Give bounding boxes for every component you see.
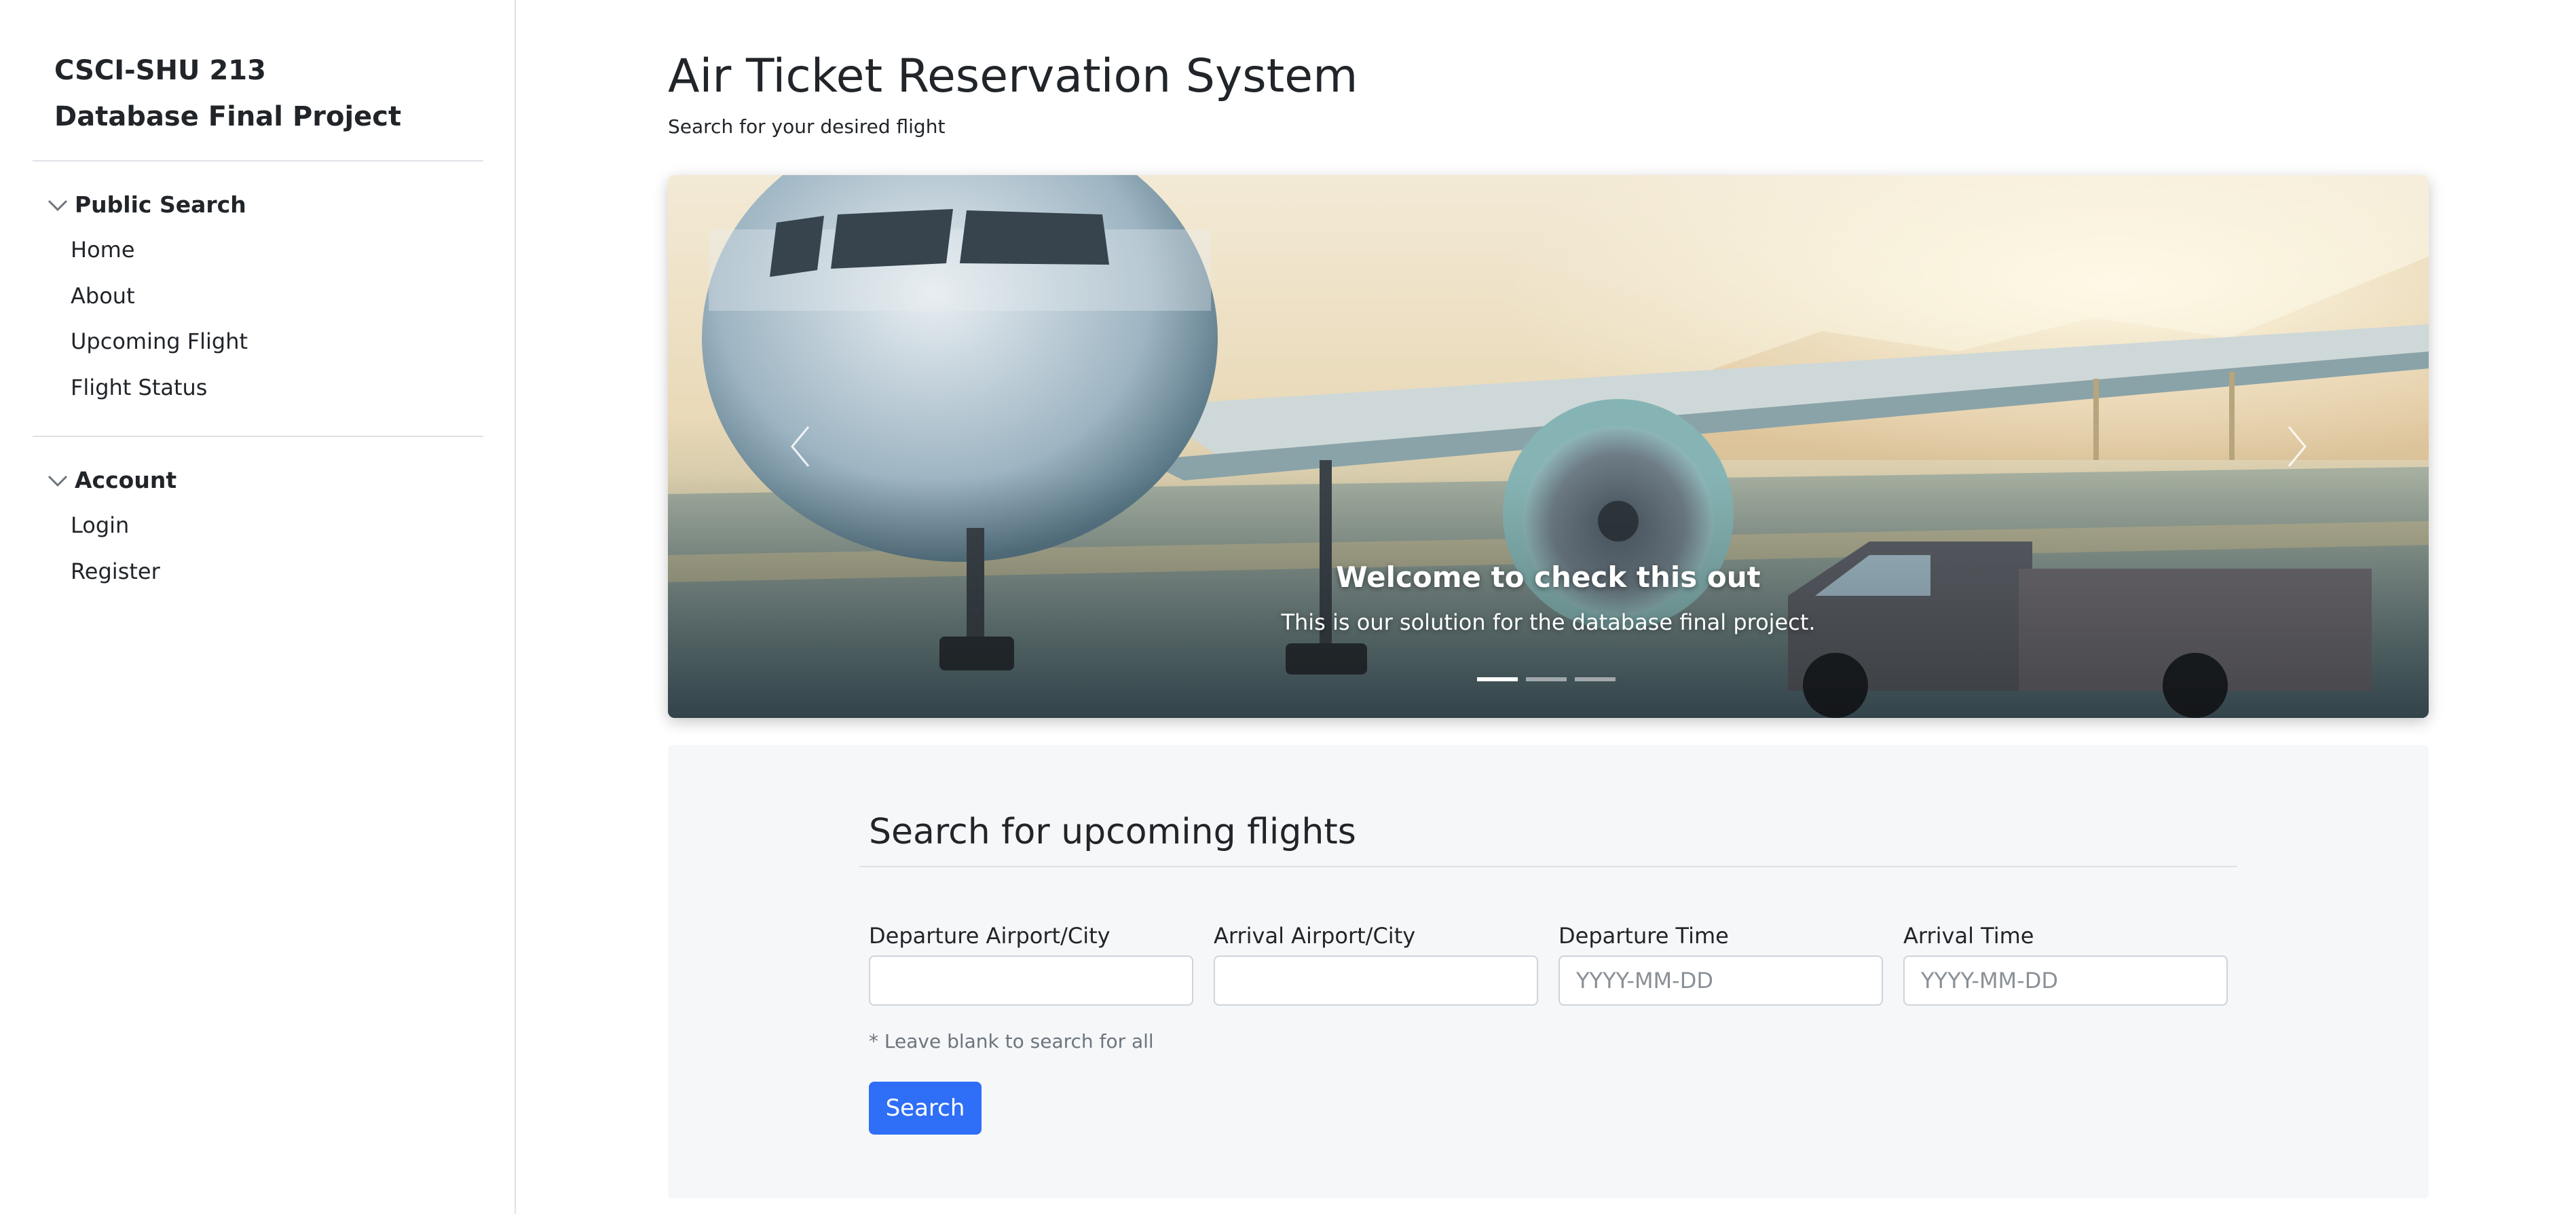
sidebar-item-upcoming-flight[interactable]: Upcoming Flight (71, 324, 248, 358)
page-title: Air Ticket Reservation System (668, 50, 1358, 103)
sidebar-group-label: Account (75, 466, 177, 493)
arrival-time-label: Arrival Time (1903, 923, 2034, 949)
sidebar-item-register[interactable]: Register (71, 554, 160, 588)
arrival-time-input[interactable] (1903, 955, 2228, 1006)
page-subtitle: Search for your desired flight (668, 115, 946, 138)
sidebar-divider (33, 160, 483, 162)
carousel-caption-text: This is our solution for the database fi… (1281, 609, 1816, 635)
departure-time-input[interactable] (1558, 955, 1883, 1006)
brand-line-1: CSCI-SHU 213 (54, 55, 266, 86)
sidebar-item-flight-status[interactable]: Flight Status (71, 371, 207, 404)
carousel-indicator[interactable] (1477, 677, 1518, 681)
chevron-left-icon (791, 426, 810, 467)
sidebar-item-login[interactable]: Login (71, 508, 129, 542)
carousel-next-button[interactable] (2266, 406, 2328, 487)
sidebar-group-public-search[interactable]: Public Search (45, 187, 246, 221)
arrival-airport-input[interactable] (1214, 955, 1538, 1006)
hero-carousel[interactable]: Welcome to check this out This is our so… (668, 175, 2429, 718)
chevron-down-icon (48, 475, 68, 487)
departure-airport-input[interactable] (869, 955, 1193, 1006)
sidebar-item-home[interactable]: Home (71, 233, 135, 267)
carousel-prev-button[interactable] (770, 406, 831, 487)
sidebar: CSCI-SHU 213 Database Final Project Publ… (0, 0, 516, 1214)
sidebar-group-account[interactable]: Account (45, 463, 176, 497)
brand-line-2: Database Final Project (54, 101, 402, 132)
heading-divider (859, 866, 2237, 867)
sidebar-divider (33, 436, 483, 437)
brand-title: CSCI-SHU 213 Database Final Project (54, 48, 489, 140)
chevron-down-icon (48, 200, 68, 212)
search-button[interactable]: Search (869, 1082, 982, 1135)
arrival-airport-label: Arrival Airport/City (1214, 923, 1416, 949)
departure-airport-label: Departure Airport/City (869, 923, 1110, 949)
departure-time-label: Departure Time (1558, 923, 1729, 949)
sidebar-group-label: Public Search (75, 191, 246, 218)
carousel-indicator[interactable] (1526, 677, 1567, 681)
search-heading: Search for upcoming flights (869, 812, 1356, 852)
carousel-indicator[interactable] (1575, 677, 1616, 681)
search-hint: * Leave blank to search for all (869, 1030, 1154, 1052)
airplane-slide-image (668, 175, 2429, 718)
flight-search-panel: Search for upcoming flights Departure Ai… (668, 745, 2429, 1198)
chevron-right-icon (2288, 426, 2307, 467)
sidebar-item-about[interactable]: About (71, 279, 135, 313)
carousel-caption-title: Welcome to check this out (1336, 561, 1761, 594)
carousel-indicators (1477, 677, 1616, 681)
